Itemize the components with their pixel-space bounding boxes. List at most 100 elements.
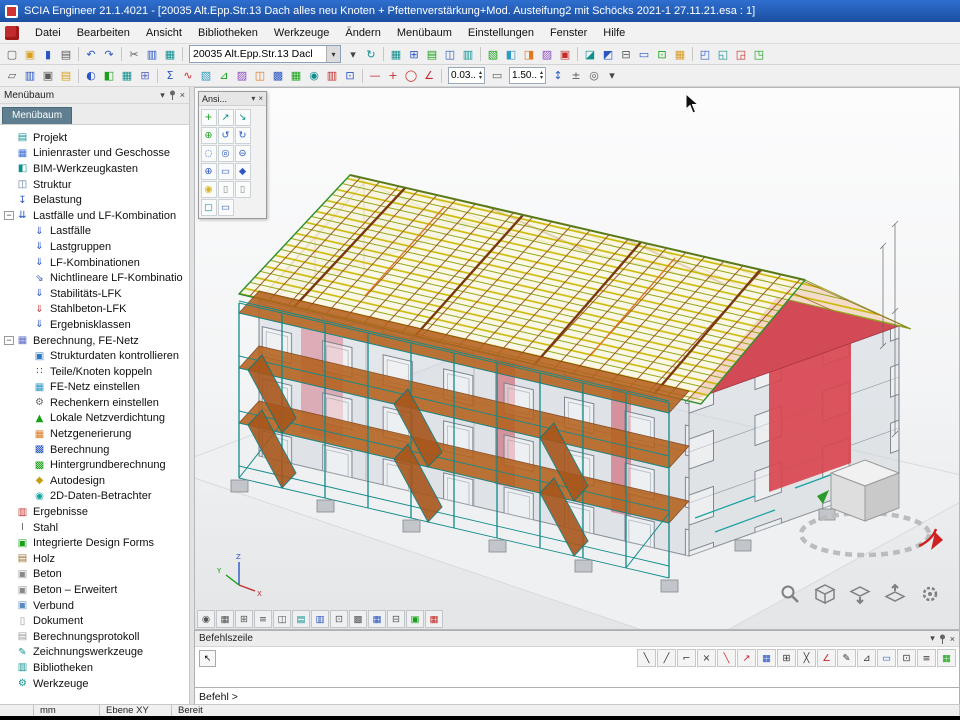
command-tool-icon[interactable]: ⌐ — [677, 649, 696, 667]
toolbar-icon[interactable]: ▧ — [484, 46, 502, 63]
menu-item[interactable]: Datei — [27, 25, 69, 41]
tree-expander[interactable] — [21, 414, 31, 423]
toolbar-icon[interactable]: ▣ — [21, 46, 39, 63]
toolbar-icon[interactable]: ◫ — [441, 46, 459, 63]
toolbar-icon[interactable]: ▨ — [538, 46, 556, 63]
toolbar-icon[interactable] — [577, 47, 578, 61]
view-tool-icon[interactable]: ↻ — [235, 127, 251, 144]
toolbar-icon[interactable]: ⊡ — [341, 67, 359, 84]
draw-tool-icon[interactable]: — — [366, 67, 384, 84]
tree-expander[interactable] — [21, 461, 31, 470]
tree-expander[interactable] — [21, 476, 31, 485]
tree-item[interactable]: ▯ Dokument — [0, 613, 189, 629]
toolbar-icon[interactable]: ↶ — [82, 46, 100, 63]
tree-item[interactable]: − ▦ Berechnung, FE-Netz — [0, 333, 189, 349]
tree-expander[interactable] — [4, 164, 14, 173]
draw-tool-icon[interactable]: + — [384, 67, 402, 84]
toolbar-icon[interactable]: ⊡ — [653, 46, 671, 63]
toolbar-icon[interactable]: ⊟ — [617, 46, 635, 63]
toolbar-icon[interactable]: ▥ — [323, 67, 341, 84]
viewport-setting-icon[interactable]: ⊟ — [387, 610, 405, 628]
tree-item[interactable]: ✎ Zeichnungswerkzeuge — [0, 645, 189, 661]
palette-close-button[interactable]: × — [258, 94, 263, 103]
view-tool-icon[interactable]: ▢ — [201, 199, 217, 216]
tree-expander[interactable] — [4, 180, 14, 189]
toolbar-icon[interactable] — [121, 47, 122, 61]
command-tool-icon[interactable]: ╲ — [717, 649, 736, 667]
toolbar-icon[interactable]: ▭ — [635, 46, 653, 63]
tree-item[interactable]: ⇓ Lastgruppen — [0, 239, 189, 255]
tree-expander[interactable] — [21, 445, 31, 454]
toolbar-icon[interactable]: ↷ — [100, 46, 118, 63]
tree-expander[interactable] — [21, 305, 31, 314]
menu-item[interactable]: Bearbeiten — [69, 25, 138, 41]
tree-expander[interactable] — [4, 133, 14, 142]
command-tool-icon[interactable]: ⊿ — [857, 649, 876, 667]
tree-expander[interactable] — [4, 554, 14, 563]
command-tool-icon[interactable]: ▭ — [877, 649, 896, 667]
command-tool-icon[interactable]: ✎ — [837, 649, 856, 667]
menu-item[interactable]: Ändern — [337, 25, 388, 41]
tree-expander[interactable] — [4, 586, 14, 595]
snap-size-spinner[interactable]: 0.03.. ▴▾ — [448, 67, 485, 84]
tree-expander[interactable] — [21, 289, 31, 298]
tree-item[interactable]: ▣ Verbund — [0, 598, 189, 614]
tree-item[interactable]: ▦ Linienraster und Geschosse — [0, 146, 189, 162]
viewport-setting-icon[interactable]: ▥ — [311, 610, 329, 628]
tree-item[interactable]: ⇓ Lastfälle — [0, 224, 189, 240]
palette-menu-button[interactable]: ▾ — [251, 94, 255, 103]
tree-expander[interactable] — [4, 196, 14, 205]
toolbar-icon[interactable]: ◲ — [732, 46, 750, 63]
view-tool-icon[interactable]: ▭ — [218, 199, 234, 216]
toolbar-icon[interactable]: ▤ — [57, 67, 75, 84]
tree-item[interactable]: ▩ Hintergrundberechnung — [0, 457, 189, 473]
toolbar-icon[interactable]: ▦ — [387, 46, 405, 63]
cube-view-icon[interactable] — [814, 583, 836, 605]
command-tool-icon[interactable]: ▦ — [757, 649, 776, 667]
cursor-mode-icon[interactable]: ↖ — [199, 650, 216, 667]
draw-tool-icon[interactable] — [441, 69, 442, 83]
tree-expander[interactable] — [4, 632, 14, 641]
toolbar-icon[interactable]: ⊞ — [136, 67, 154, 84]
tree-expander[interactable] — [4, 679, 14, 688]
view-tool-icon[interactable]: ▯ — [218, 181, 234, 198]
viewport-setting-icon[interactable]: ▦ — [368, 610, 386, 628]
toolbar-icon[interactable]: ◐ — [82, 67, 100, 84]
toolbar-icon[interactable]: ▾ — [344, 46, 362, 63]
view-tool-icon[interactable]: ◉ — [201, 181, 217, 198]
zoom-icon[interactable] — [779, 583, 801, 605]
toolbar-icon[interactable]: ▾ — [603, 67, 621, 84]
tree-expander[interactable] — [21, 274, 31, 283]
toolbar-icon[interactable]: ◪ — [581, 46, 599, 63]
command-tool-icon[interactable]: ⊡ — [897, 649, 916, 667]
tree-item[interactable]: ▣ Beton – Erweitert — [0, 582, 189, 598]
gear-icon[interactable] — [919, 583, 941, 605]
tree-expander[interactable] — [4, 663, 14, 672]
toolbar-icon[interactable]: ◧ — [100, 67, 118, 84]
toolbar-icon[interactable] — [78, 69, 79, 83]
command-tool-icon[interactable]: ⊞ — [777, 649, 796, 667]
view-tool-icon[interactable]: ◆ — [235, 163, 251, 180]
view-tool-icon[interactable]: ⊕ — [201, 163, 217, 180]
menu-item[interactable]: Werkzeuge — [266, 25, 337, 41]
toolbar-icon[interactable]: ◱ — [714, 46, 732, 63]
tree-item[interactable]: ◉ 2D-Daten-Betrachter — [0, 489, 189, 505]
command-tool-icon[interactable]: ↗ — [737, 649, 756, 667]
draw-tool-icon[interactable]: ◯ — [402, 67, 420, 84]
toolbar-icon[interactable]: ◧ — [502, 46, 520, 63]
tree-item[interactable]: ▦ Netzgenerierung — [0, 426, 189, 442]
tree-expander[interactable] — [21, 430, 31, 439]
panel-menu-button[interactable]: ▾ — [930, 633, 935, 644]
toolbar-icon[interactable]: ▦ — [118, 67, 136, 84]
toolbar-icon[interactable]: ▥ — [459, 46, 477, 63]
tree-expander[interactable] — [21, 398, 31, 407]
view-tool-icon[interactable]: ↺ — [218, 127, 234, 144]
viewport-setting-icon[interactable]: ◫ — [273, 610, 291, 628]
toolbar-icon[interactable]: ◨ — [520, 46, 538, 63]
toolbar-icon[interactable]: ▨ — [233, 67, 251, 84]
toolbar-icon[interactable]: ◰ — [696, 46, 714, 63]
toolbar-icon[interactable]: ▦ — [287, 67, 305, 84]
toolbar-icon[interactable]: ↕ — [549, 67, 567, 84]
toolbar-icon[interactable]: Σ — [161, 67, 179, 84]
tree-expander[interactable] — [21, 492, 31, 501]
